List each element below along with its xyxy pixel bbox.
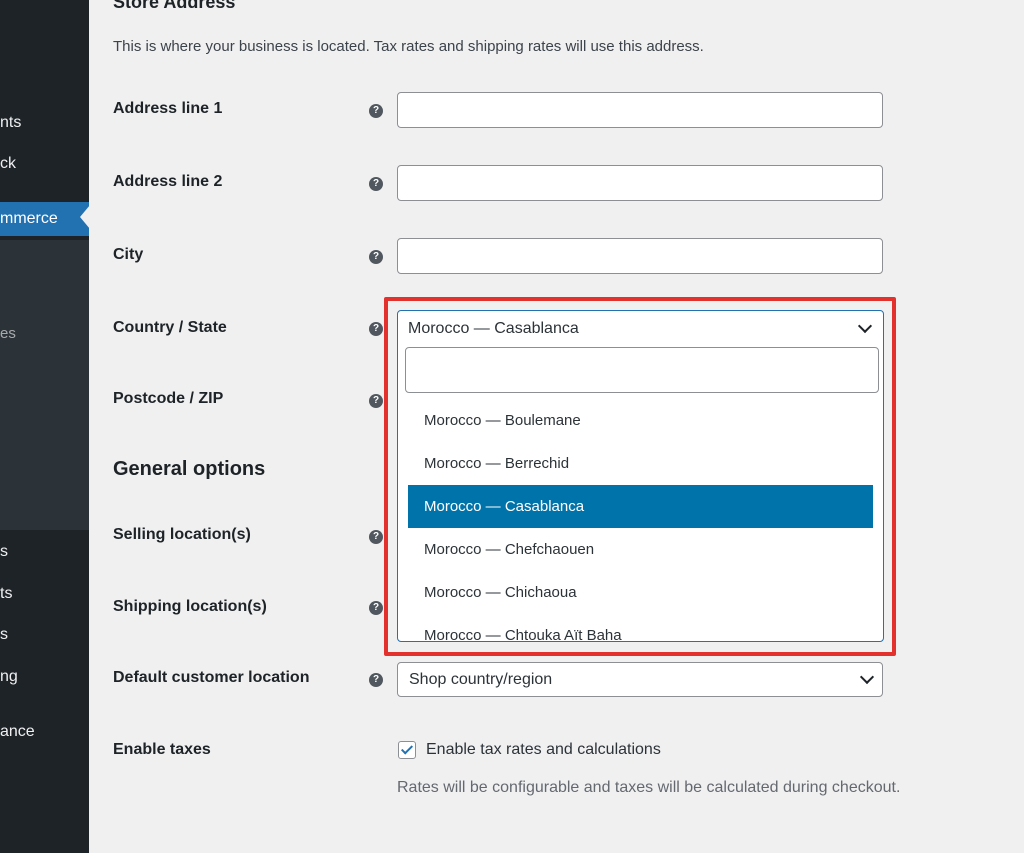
help-icon[interactable]: ? [369, 177, 383, 191]
sidebar-item-appearance[interactable]: ance [0, 715, 89, 749]
city-label: City [113, 246, 144, 263]
default-customer-location-select[interactable]: Shop country/region [397, 662, 883, 697]
store-address-title: Store Address [113, 0, 236, 12]
sidebar-item-analytics[interactable]: s [0, 618, 89, 652]
sidebar-item-products[interactable]: s [0, 535, 89, 569]
sidebar-submenu [0, 240, 89, 530]
help-icon[interactable]: ? [369, 322, 383, 336]
city-input[interactable] [397, 238, 883, 274]
sidebar-item-feedback[interactable]: ck [0, 147, 89, 181]
active-menu-arrow [80, 205, 90, 229]
sidebar-item-woocommerce[interactable]: mmerce [0, 202, 89, 236]
address-line-1-label: Address line 1 [113, 100, 223, 117]
postcode-label: Postcode / ZIP [113, 390, 224, 407]
address-line-2-input[interactable] [397, 165, 883, 201]
country-state-label: Country / State [113, 319, 227, 336]
help-icon[interactable]: ? [369, 104, 383, 118]
help-icon[interactable]: ? [369, 673, 383, 687]
checkmark-icon [400, 742, 414, 755]
general-options-title: General options [113, 458, 266, 480]
sidebar-subitem-features[interactable]: es [0, 317, 89, 351]
sidebar-item-comments[interactable]: nts [0, 106, 89, 140]
sidebar-item-payments[interactable]: ts [0, 577, 89, 611]
address-line-2-label: Address line 2 [113, 173, 223, 190]
default-customer-location-value: Shop country/region [409, 671, 553, 688]
address-line-1-input[interactable] [397, 92, 883, 128]
admin-sidebar: nts ck mmerce es s ts s ng ance [0, 0, 89, 853]
chevron-down-icon [859, 669, 875, 685]
help-icon[interactable]: ? [369, 601, 383, 615]
enable-taxes-checkbox-label[interactable]: Enable tax rates and calculations [426, 741, 661, 759]
highlight-annotation-box [384, 297, 896, 656]
shipping-locations-label: Shipping location(s) [113, 598, 267, 615]
help-icon[interactable]: ? [369, 530, 383, 544]
sidebar-item-marketing[interactable]: ng [0, 660, 89, 694]
default-customer-location-label: Default customer location [113, 669, 310, 686]
enable-taxes-description: Rates will be configurable and taxes wil… [397, 779, 901, 796]
selling-locations-label: Selling location(s) [113, 526, 251, 543]
store-address-description: This is where your business is located. … [113, 38, 704, 55]
help-icon[interactable]: ? [369, 394, 383, 408]
help-icon[interactable]: ? [369, 250, 383, 264]
enable-taxes-checkbox[interactable] [398, 741, 416, 759]
enable-taxes-label: Enable taxes [113, 741, 211, 758]
